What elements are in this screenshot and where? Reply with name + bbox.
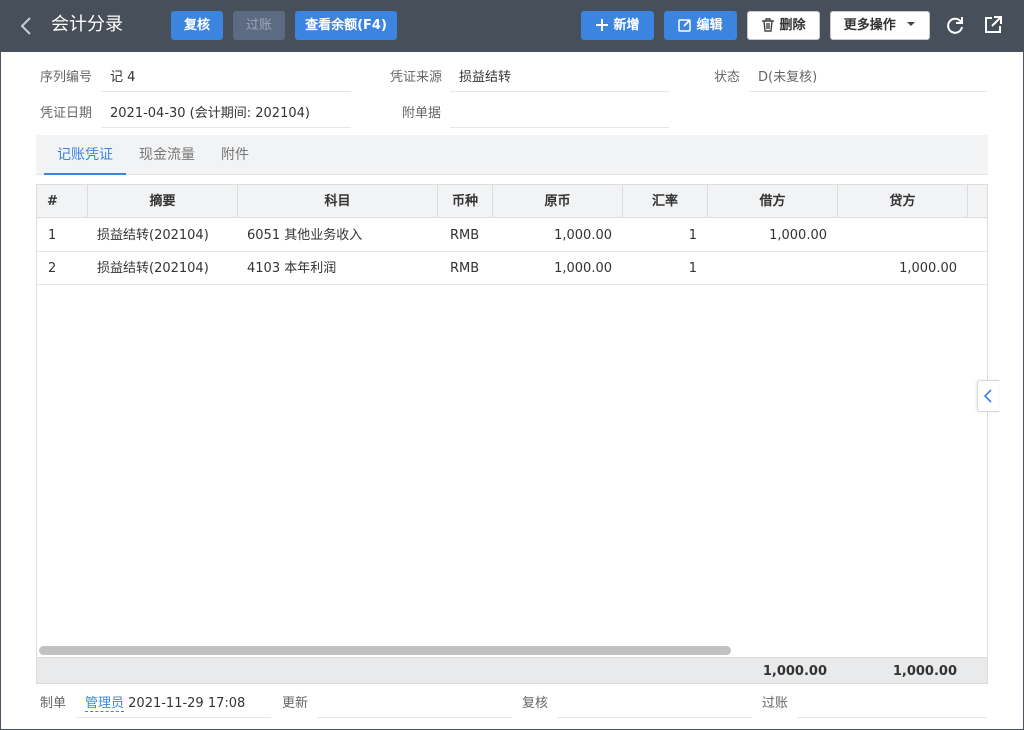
- total-credit: 1,000.00: [892, 664, 957, 679]
- row-debit: 1,000.00: [769, 228, 827, 243]
- column-header-debit[interactable]: 借方: [708, 185, 838, 218]
- row-debit: [708, 252, 827, 285]
- row-original-amount: 1,000.00: [554, 228, 612, 243]
- side-panel-toggle[interactable]: [977, 380, 999, 412]
- plus-icon: [596, 19, 609, 31]
- voucher-date-label: 凭证日期: [40, 106, 93, 121]
- more-actions-label: 更多操作: [843, 18, 896, 33]
- update-field: [317, 690, 512, 718]
- table-row[interactable]: 1 损益结转(202104) 6051 其他业务收入 RMB 1,000.00 …: [37, 219, 987, 252]
- maker-label: 制单: [40, 696, 67, 711]
- update-label: 更新: [282, 696, 309, 711]
- add-button-label: 新增: [613, 18, 640, 33]
- horizontal-scrollbar[interactable]: [37, 643, 987, 657]
- maker-time: 2021-11-29 17:08: [128, 696, 246, 711]
- status-label: 状态: [714, 70, 741, 85]
- serial-number-label: 序列编号: [40, 70, 93, 85]
- row-original-amount: 1,000.00: [554, 261, 612, 276]
- maker-user-link[interactable]: 管理员: [85, 696, 125, 712]
- total-debit: 1,000.00: [762, 664, 827, 679]
- review-field: [557, 690, 752, 718]
- tab-attachments[interactable]: 附件: [212, 135, 258, 175]
- table-header: # 摘要 科目 币种 原币 汇率 借方 贷方: [37, 185, 987, 218]
- row-summary: 损益结转(202104): [97, 261, 209, 276]
- post-button[interactable]: 过账: [233, 11, 285, 40]
- row-exchange-rate: 1: [688, 261, 697, 276]
- add-button[interactable]: 新增: [581, 11, 654, 40]
- row-currency: RMB: [450, 261, 480, 276]
- column-header-summary[interactable]: 摘要: [88, 185, 238, 218]
- column-header-original-amount[interactable]: 原币: [493, 185, 623, 218]
- scrollbar-thumb[interactable]: [39, 646, 731, 655]
- post-label: 过账: [762, 696, 789, 711]
- row-exchange-rate: 1: [688, 228, 697, 243]
- top-toolbar: 会计分录 复核 过账 查看余额(F4) 新增 编辑 删除 更多操作: [0, 0, 1024, 52]
- chevron-left-icon: [983, 389, 992, 403]
- row-summary: 损益结转(202104): [97, 228, 209, 243]
- row-account: 6051 其他业务收入: [247, 228, 363, 243]
- row-credit: 1,000.00: [899, 261, 957, 276]
- column-header-index[interactable]: #: [37, 185, 88, 218]
- row-index: 1: [48, 228, 57, 243]
- column-header-credit[interactable]: 贷方: [838, 185, 968, 218]
- row-index: 2: [48, 261, 57, 276]
- maker-field: 管理员 2021-11-29 17:08: [76, 690, 271, 718]
- table-row[interactable]: 2 损益结转(202104) 4103 本年利润 RMB 1,000.00 1 …: [37, 252, 987, 285]
- attachment-count-field[interactable]: [450, 100, 669, 128]
- review-button[interactable]: 复核: [171, 11, 223, 40]
- delete-button-label: 删除: [779, 18, 806, 33]
- trash-icon: [762, 18, 775, 32]
- voucher-source-field[interactable]: 损益结转: [450, 64, 669, 92]
- attachment-count-label: 附单据: [402, 106, 442, 121]
- more-actions-dropdown[interactable]: 更多操作: [830, 11, 930, 40]
- status-field[interactable]: D(未复核): [749, 64, 987, 92]
- edit-button-label: 编辑: [696, 18, 723, 33]
- tab-voucher[interactable]: 记账凭证: [44, 135, 126, 175]
- row-account: 4103 本年利润: [247, 261, 337, 276]
- back-chevron-icon[interactable]: [17, 15, 37, 37]
- post-field: [797, 690, 987, 718]
- open-external-icon[interactable]: [982, 14, 1004, 36]
- edit-icon: [678, 19, 692, 32]
- voucher-date-field[interactable]: 2021-04-30 (会计期间: 202104): [101, 100, 351, 128]
- row-credit: [838, 219, 957, 252]
- totals-row: 1,000.00 1,000.00: [37, 657, 987, 683]
- edit-button[interactable]: 编辑: [664, 11, 737, 40]
- voucher-source-label: 凭证来源: [390, 70, 443, 85]
- serial-number-field[interactable]: 记 4: [101, 64, 351, 92]
- tab-cash-flow[interactable]: 现金流量: [134, 135, 200, 175]
- delete-button[interactable]: 删除: [747, 11, 820, 40]
- column-header-currency[interactable]: 币种: [438, 185, 493, 218]
- review-label: 复核: [522, 696, 549, 711]
- row-currency: RMB: [450, 228, 480, 243]
- column-header-exchange-rate[interactable]: 汇率: [623, 185, 708, 218]
- column-header-account[interactable]: 科目: [238, 185, 438, 218]
- tab-bar: 记账凭证 现金流量 附件: [36, 135, 988, 175]
- refresh-icon[interactable]: [944, 14, 966, 36]
- page-title: 会计分录: [51, 14, 123, 35]
- caret-down-icon: [907, 22, 916, 26]
- voucher-entries-table: # 摘要 科目 币种 原币 汇率 借方 贷方 1 损益结转(202104) 60…: [36, 184, 988, 684]
- check-balance-button[interactable]: 查看余额(F4): [295, 11, 397, 40]
